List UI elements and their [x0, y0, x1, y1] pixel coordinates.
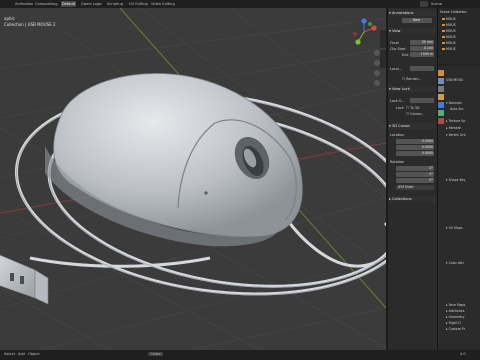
lock-to-3d-checkbox[interactable]: ☐ To 3D: [406, 106, 420, 110]
collections-header[interactable]: ▸ Collections: [389, 196, 436, 202]
annotation-new-button[interactable]: New: [402, 18, 432, 23]
outliner-item[interactable]: MOUS: [442, 29, 456, 33]
add-menu[interactable]: Add: [18, 352, 25, 356]
tab-item[interactable]: [380, 30, 386, 48]
section-texture-space[interactable]: ▸ Texture Sp: [446, 119, 465, 123]
viewport-scene: [0, 8, 386, 350]
mesh-icon: [442, 23, 445, 26]
lock-label: Lock: [396, 106, 404, 110]
tab-compositing[interactable]: Compositing: [34, 1, 59, 7]
clip-end-label: End: [402, 53, 409, 57]
navigation-gizmo[interactable]: [350, 18, 378, 46]
lock-to-object-field[interactable]: [410, 98, 434, 103]
material-tab-icon[interactable]: [438, 118, 444, 124]
lock-to-object-label: Lock O...: [390, 99, 405, 103]
scene-icon[interactable]: [420, 1, 428, 7]
section-geometry-data[interactable]: ▸ Geometry: [446, 315, 465, 319]
tool-tab-icon[interactable]: [438, 70, 444, 76]
section-custom-properties[interactable]: ▸ Custom Pr: [446, 327, 465, 331]
section-rigid-cloth[interactable]: ▸ Rigid Cl: [446, 321, 461, 325]
view-header[interactable]: ▾ View: [389, 28, 436, 34]
workspace-tabs-bar: Animation Compositing Default Game Logic…: [0, 0, 480, 8]
3d-cursor-header[interactable]: ▾ 3D Cursor: [389, 123, 436, 129]
render-tab-icon[interactable]: [438, 78, 444, 84]
sidebar-n-panel: ▾ Annotations New ▾ View Focal 50 mm Cli…: [387, 8, 437, 350]
section-uv-maps[interactable]: ▾ UV Maps: [446, 226, 463, 230]
3d-viewport[interactable]: aphic Collection | USB MOUSE 2: [0, 8, 386, 350]
outliner-scene-collection[interactable]: Scene Collection: [440, 10, 467, 14]
modifier-tab-icon[interactable]: [438, 102, 444, 108]
outliner-item[interactable]: MOUS: [442, 41, 456, 45]
outliner-item[interactable]: MOUS: [442, 17, 456, 21]
mesh-icon: [442, 35, 445, 38]
mesh-icon: [442, 47, 445, 50]
clip-end-field[interactable]: 1000 m: [410, 52, 434, 57]
data-tab-icon[interactable]: [438, 110, 444, 116]
auto-smooth-checkbox[interactable]: Auto Sm: [450, 107, 464, 111]
section-remesh[interactable]: ▸ Remesh: [446, 126, 461, 130]
transform-orientation-dropdown[interactable]: Global: [148, 352, 164, 356]
object-name-field[interactable]: USB MOUS: [446, 78, 463, 82]
cursor-rotation-z-field[interactable]: 0°: [396, 178, 434, 183]
outliner-item[interactable]: MOUS: [442, 47, 456, 51]
section-face-maps[interactable]: ▸ Face Maps: [446, 303, 465, 307]
collection-label: Collection | USB MOUSE 2: [4, 22, 56, 27]
cursor-location-label: Location: [390, 133, 405, 137]
section-color-attributes[interactable]: ▾ Color Attr: [446, 261, 464, 265]
mouse-model: [45, 73, 303, 247]
cursor-rotation-y-field[interactable]: 0°: [396, 172, 434, 177]
outliner-item[interactable]: MOUS: [442, 23, 456, 27]
section-normals[interactable]: ▾ Normals: [446, 101, 462, 105]
tab-scripting[interactable]: Scripting: [106, 1, 124, 7]
section-vertex-groups[interactable]: ▾ Vertex Gro: [446, 133, 466, 137]
status-bar: Select Add Object Global 4.0: [0, 350, 480, 360]
section-shape-keys[interactable]: ▾ Shape Key: [446, 178, 465, 182]
sidebar-tabs: [380, 30, 386, 110]
rotation-mode-dropdown[interactable]: XYZ Euler: [396, 185, 434, 190]
properties-editor: USB MOUS ▾ Normals Auto Sm ▸ Texture Sp …: [438, 66, 480, 350]
view-name-label: aphic: [4, 16, 15, 21]
render-region-checkbox[interactable]: ☐ Render...: [402, 77, 421, 81]
annotations-header[interactable]: ▾ Annotations: [389, 10, 436, 16]
tab-view[interactable]: [380, 70, 386, 88]
cursor-location-z-field[interactable]: 0.0000: [396, 151, 434, 156]
outliner: Scene Collection MOUS MOUS MOUS MOUS MOU…: [438, 8, 480, 64]
tab-video-editing[interactable]: Video Editing: [150, 1, 176, 7]
section-attributes[interactable]: ▸ Attributes: [446, 309, 464, 313]
outliner-item[interactable]: MOUS: [442, 35, 456, 39]
view-lock-header[interactable]: ▾ View Lock: [389, 86, 436, 92]
mesh-icon: [442, 41, 445, 44]
mesh-icon: [442, 29, 445, 32]
tab-game-logic[interactable]: Game Logic: [80, 1, 103, 7]
cursor-location-x-field[interactable]: 0.0000: [396, 139, 434, 144]
version-label: 4.0: [460, 352, 466, 356]
focal-label: Focal: [390, 41, 399, 45]
local-camera-field[interactable]: [410, 66, 434, 71]
output-tab-icon[interactable]: [438, 86, 444, 92]
local-camera-label: Local...: [390, 67, 403, 71]
clip-start-field[interactable]: 0.100: [410, 46, 434, 51]
mesh-icon: [442, 17, 445, 20]
right-editors: Scene Collection MOUS MOUS MOUS MOUS MOU…: [437, 8, 480, 350]
focal-length-field[interactable]: 50 mm: [410, 40, 434, 45]
clip-start-label: Clip Start: [390, 47, 406, 51]
object-tab-icon[interactable]: [438, 94, 444, 100]
select-menu[interactable]: Select: [4, 352, 15, 356]
tab-default[interactable]: Default: [61, 1, 77, 7]
scene-label[interactable]: Scene: [430, 1, 443, 7]
tab-uv-editing[interactable]: UV Editing: [128, 1, 149, 7]
cursor-rotation-x-field[interactable]: 0°: [396, 166, 434, 171]
cursor-location-y-field[interactable]: 0.0000: [396, 145, 434, 150]
tab-animation[interactable]: Animation: [14, 1, 34, 7]
cursor-rotation-label: Rotation: [390, 160, 405, 164]
tab-tool[interactable]: [380, 50, 386, 68]
object-menu[interactable]: Object: [28, 352, 40, 356]
lock-camera-checkbox[interactable]: ☐ Camer...: [406, 112, 424, 116]
